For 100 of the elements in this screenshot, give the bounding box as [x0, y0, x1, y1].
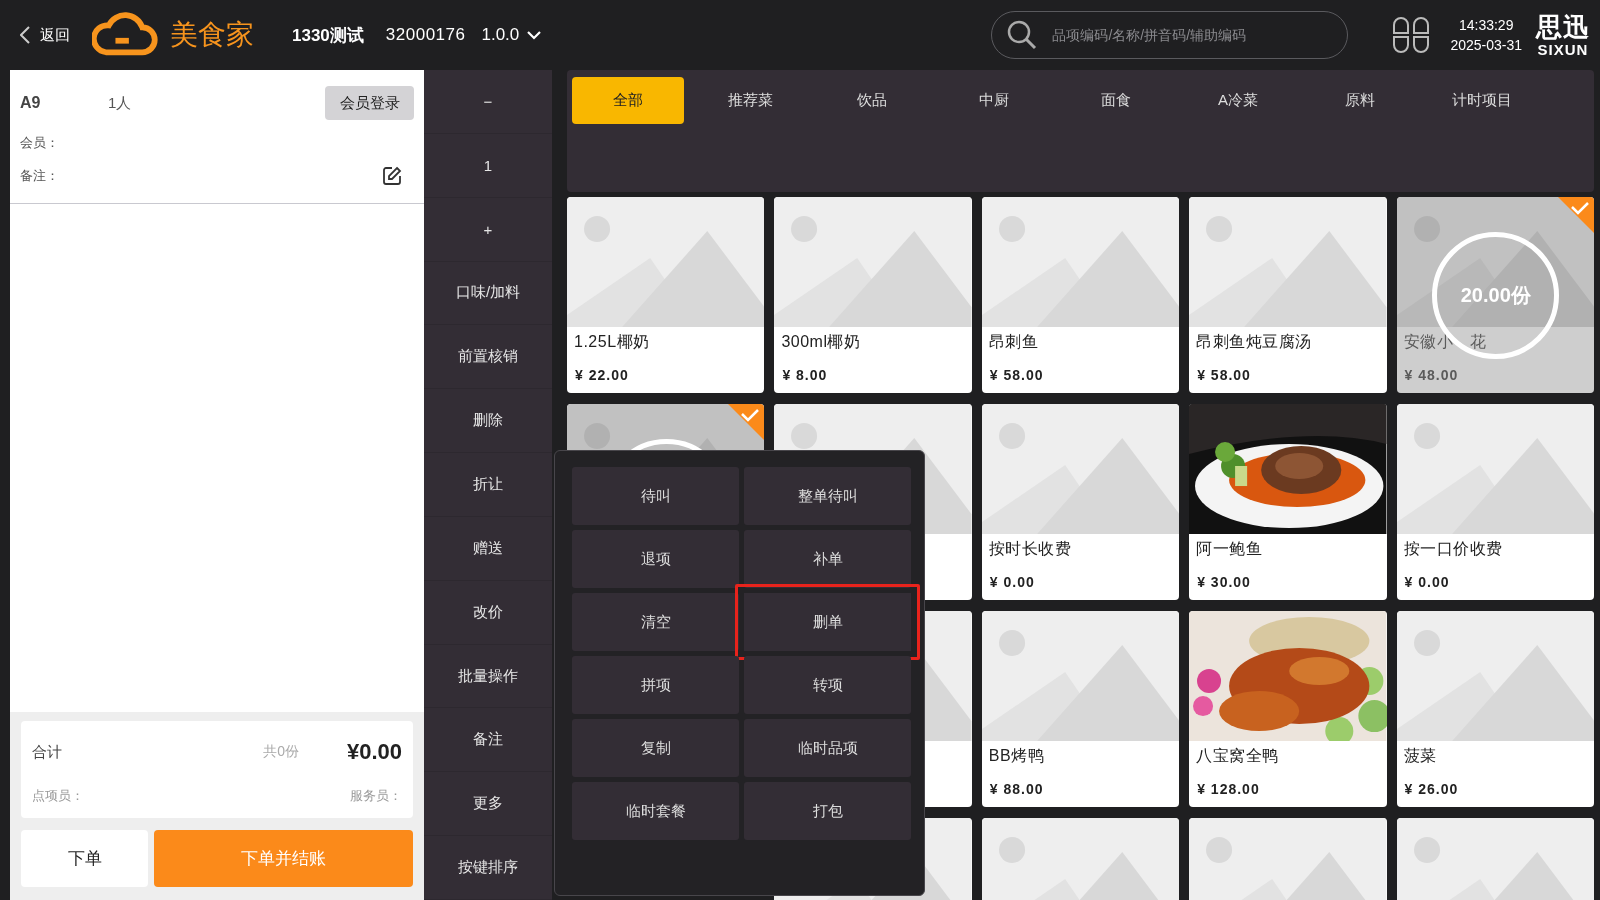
note-label: 备注： — [20, 167, 59, 185]
search-field[interactable]: 品项编码/名称/拼音码/辅助编码 — [991, 11, 1349, 59]
store-name: 1330测试 — [292, 24, 364, 47]
dish-price: ¥ 88.00 — [988, 780, 1045, 797]
checkmark-corner-icon — [1558, 197, 1594, 233]
menu-button[interactable]: 整单待叫 — [744, 467, 911, 525]
menu-button[interactable]: 补单 — [744, 530, 911, 588]
category-tab[interactable]: 面食 — [1060, 77, 1172, 124]
category-tab[interactable]: 中厨 — [938, 77, 1050, 124]
menu-button[interactable]: 清空 — [572, 593, 739, 651]
chevron-down-icon — [527, 30, 542, 40]
edit-icon[interactable] — [382, 166, 402, 186]
dish-name: 阿一鲍鱼 — [1195, 539, 1264, 559]
dish-card[interactable]: 300ml椰奶 ¥ 8.00 — [774, 197, 972, 393]
cloud-logo-icon — [92, 12, 160, 58]
category-tab[interactable]: 饮品 — [816, 77, 928, 124]
dish-price: ¥ 0.00 — [988, 573, 1036, 590]
image-placeholder-icon — [1396, 197, 1594, 327]
dish-name-fragment: 安徽小 — [1403, 332, 1454, 352]
action-button[interactable]: 备注 — [424, 708, 552, 773]
submit-order-button[interactable]: 下单 — [21, 830, 148, 887]
menu-button[interactable]: 复制 — [572, 719, 739, 777]
category-tab[interactable]: 计时项目 — [1426, 77, 1538, 124]
total-label: 合计 — [32, 742, 62, 762]
category-tab[interactable]: 原料 — [1304, 77, 1416, 124]
image-placeholder-icon — [774, 197, 972, 327]
dish-name: 按时长收费 — [987, 539, 1073, 559]
category-tab[interactable]: A冷菜 — [1182, 77, 1294, 124]
image-placeholder-icon — [567, 197, 765, 327]
menu-button[interactable]: 转项 — [744, 656, 911, 714]
clock-time: 14:33:29 — [1458, 17, 1514, 33]
dish-card[interactable]: BB烤鸭 ¥ 88.00 — [981, 611, 1180, 807]
apps-icon[interactable] — [1392, 16, 1431, 54]
search-icon — [1007, 20, 1038, 50]
orderer-label: 点项员： — [32, 787, 84, 805]
clock-date: 2025-03-31 — [1450, 37, 1522, 53]
chevron-left-icon — [20, 26, 30, 44]
action-button[interactable]: 1 — [424, 133, 552, 198]
menu-button[interactable]: 临时品项 — [744, 719, 911, 777]
item-count: 共0份 — [263, 743, 299, 761]
vendor-logo-subtitle: SIXUN — [1537, 41, 1589, 57]
waiter-label: 服务员： — [350, 787, 402, 805]
dish-price: ¥ 8.00 — [781, 366, 829, 383]
menu-button[interactable]: 临时套餐 — [572, 782, 739, 840]
back-button[interactable]: 返回 — [16, 21, 74, 49]
action-button[interactable]: 前置核销 — [424, 325, 552, 390]
dish-name: 按一口价收费 — [1402, 539, 1504, 559]
dish-card[interactable]: 昂刺鱼 ¥ 58.00 — [981, 197, 1180, 393]
dish-card[interactable]: 1.25L椰奶 ¥ 22.00 — [567, 197, 765, 393]
action-button[interactable]: 改价 — [424, 580, 552, 645]
dish-price: ¥ 58.00 — [1196, 366, 1252, 383]
dish-price: ¥ 26.00 — [1403, 780, 1460, 797]
dish-name: 昂刺鱼 — [987, 332, 1040, 352]
action-button[interactable]: 按键排序 — [424, 836, 552, 900]
dish-card[interactable]: 昂刺鱼炖豆腐汤 ¥ 58.00 — [1189, 197, 1387, 393]
action-button[interactable]: 批量操作 — [424, 644, 552, 709]
dish-price: ¥ 58.00 — [988, 366, 1045, 383]
action-button[interactable]: 折让 — [424, 453, 552, 517]
dish-card[interactable]: 按一口价收费 ¥ 0.00 — [1396, 404, 1594, 600]
image-placeholder-icon — [981, 404, 1180, 534]
action-button[interactable]: − — [424, 70, 552, 134]
dish-card[interactable]: 按时长收费 ¥ 0.00 — [981, 404, 1180, 600]
dish-name: 1.25L椰奶 — [573, 332, 651, 352]
dish-card[interactable]: 八宝窝全鸭 ¥ 128.00 — [1189, 611, 1387, 807]
brand-name: 美食家 — [170, 18, 254, 52]
menu-button[interactable]: 退项 — [572, 530, 739, 588]
guest-count: 1人 — [108, 93, 132, 113]
image-placeholder-icon — [1189, 197, 1387, 327]
action-button[interactable]: 赠送 — [424, 516, 552, 581]
total-amount: ¥0.00 — [346, 739, 402, 765]
dish-card[interactable]: 阿一鲍鱼 ¥ 30.00 — [1189, 404, 1387, 600]
menu-button[interactable]: 拼项 — [572, 656, 739, 714]
dish-price: ¥ 0.00 — [1403, 573, 1451, 590]
menu-button[interactable]: 待叫 — [572, 467, 739, 525]
version-dropdown[interactable]: 1.0.0 — [481, 25, 542, 45]
dish-price: ¥ 30.00 — [1196, 573, 1252, 590]
image-placeholder-icon — [981, 611, 1180, 741]
dish-name: 300ml椰奶 — [780, 332, 862, 352]
dish-price: ¥ 48.00 — [1403, 366, 1460, 383]
action-button[interactable]: + — [424, 197, 552, 262]
dish-price: ¥ 128.00 — [1196, 780, 1261, 797]
member-login-button[interactable]: 会员登录 — [325, 86, 414, 120]
checkmark-corner-icon — [728, 404, 765, 440]
member-label: 会员： — [20, 135, 59, 150]
dish-name: 昂刺鱼炖豆腐汤 — [1195, 332, 1313, 352]
action-button[interactable]: 更多 — [424, 772, 552, 837]
action-button[interactable]: 删除 — [424, 389, 552, 454]
category-tab[interactable]: 推荐菜 — [694, 77, 806, 124]
dish-card[interactable]: 安徽小 花 ¥ 48.00 20.00份 — [1396, 197, 1594, 393]
dish-card[interactable]: 菠菜 ¥ 26.00 — [1396, 611, 1594, 807]
image-placeholder-icon — [1396, 611, 1594, 741]
action-button[interactable]: 口味/加料 — [424, 261, 552, 326]
store-id: 32000176 — [385, 25, 466, 45]
image-placeholder-icon — [1396, 404, 1594, 534]
vendor-logo: 思迅 — [1536, 13, 1590, 40]
menu-button[interactable]: 删单 — [735, 584, 920, 660]
dish-name: 菠菜 — [1402, 746, 1438, 766]
menu-button[interactable]: 打包 — [744, 782, 911, 840]
table-number: A9 — [20, 94, 42, 112]
category-tab[interactable]: 全部 — [572, 77, 684, 124]
